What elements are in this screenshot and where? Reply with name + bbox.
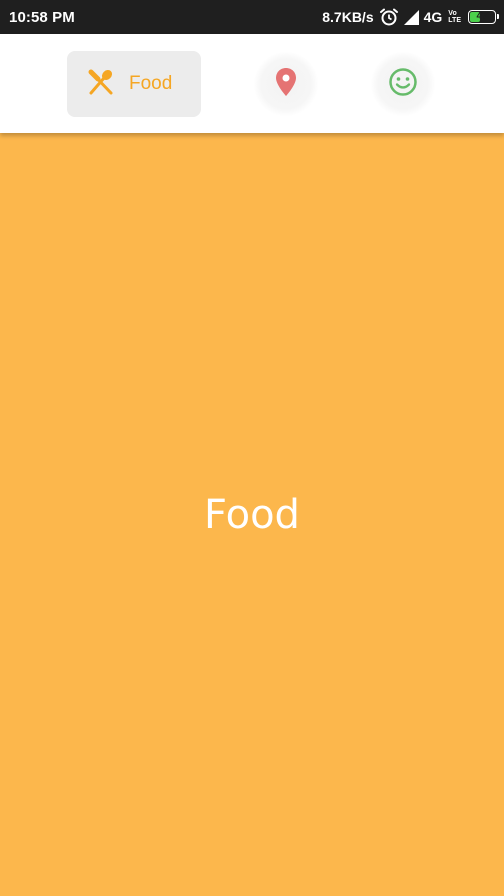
battery-icon: 47 bbox=[468, 10, 499, 24]
status-bar: 10:58 PM 8.7KB/s 4G Vo LTE 47 bbox=[0, 0, 504, 34]
fork-spoon-icon bbox=[87, 68, 115, 101]
battery-level: 47 bbox=[476, 11, 488, 22]
signal-icon bbox=[403, 9, 419, 25]
status-time: 10:58 PM bbox=[9, 8, 75, 26]
smile-icon bbox=[388, 67, 418, 102]
alarm-icon bbox=[379, 7, 399, 27]
network-speed: 8.7KB/s bbox=[322, 9, 374, 25]
tab-bar: Food bbox=[0, 34, 504, 133]
tab-smile[interactable] bbox=[371, 52, 435, 116]
tab-location[interactable] bbox=[254, 52, 318, 116]
network-type: 4G bbox=[423, 9, 443, 25]
battery-cap bbox=[497, 14, 499, 19]
volte-icon: Vo LTE bbox=[448, 10, 461, 24]
tab-food-label: Food bbox=[129, 73, 173, 94]
location-pin-icon bbox=[275, 67, 297, 102]
status-indicators: 8.7KB/s 4G Vo LTE 47 bbox=[322, 7, 499, 27]
app-screen: 10:58 PM 8.7KB/s 4G Vo LTE 47 Food Food bbox=[0, 0, 504, 896]
page-title: Food bbox=[204, 492, 300, 538]
tab-food[interactable]: Food bbox=[67, 51, 201, 117]
